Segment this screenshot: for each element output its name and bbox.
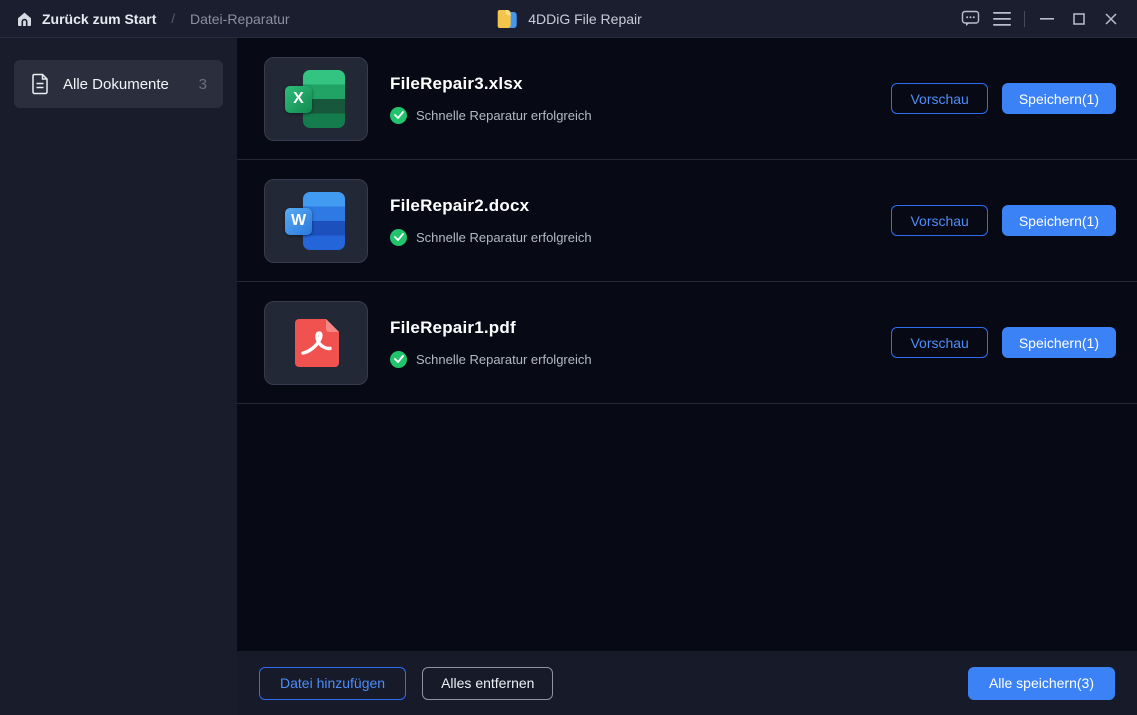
maximize-button[interactable] [1063,0,1095,38]
pdf-file-icon [264,300,368,385]
remove-all-button[interactable]: Alles entfernen [422,666,554,700]
add-file-button[interactable]: Datei hinzufügen [259,666,407,700]
titlebar: Zurück zum Start / Datei-Reparatur 4DDiG… [0,0,1137,38]
sidebar-item-count: 3 [198,75,207,93]
titlebar-divider [1024,10,1025,27]
minimize-button[interactable] [1031,0,1063,38]
back-to-start-button[interactable]: Zurück zum Start [16,11,156,27]
document-icon [30,73,50,95]
save-button[interactable]: Speichern(1) [1001,83,1116,114]
repair-status: Schnelle Reparatur erfolgreich [416,107,592,123]
bottom-action-bar: Datei hinzufügen Alles entfernen Alle sp… [237,651,1137,715]
menu-button[interactable] [986,0,1018,38]
preview-button[interactable]: Vorschau [891,205,988,236]
empty-area [237,404,1137,651]
preview-button[interactable]: Vorschau [891,83,988,114]
success-check-icon [390,106,407,124]
excel-file-icon: X [264,56,368,141]
save-button[interactable]: Speichern(1) [1001,205,1116,236]
file-row-pdf: FileRepair1.pdf Schnelle Reparatur erfol… [237,282,1137,404]
repair-status: Schnelle Reparatur erfolgreich [416,351,592,367]
back-label: Zurück zum Start [42,10,157,27]
save-all-button[interactable]: Alle speichern(3) [967,666,1115,700]
app-title-group: 4DDiG File Repair [495,7,642,31]
success-check-icon [390,350,407,368]
repair-status: Schnelle Reparatur erfolgreich [416,229,592,245]
sidebar-item-label: Alle Dokumente [63,75,169,93]
file-name: FileRepair2.docx [390,195,530,215]
word-file-icon: W [264,178,368,263]
file-list: X FileRepair3.xlsx Schnelle Reparatur er… [237,38,1137,715]
file-name: FileRepair3.xlsx [390,73,523,93]
sidebar-item-all-documents[interactable]: Alle Dokumente 3 [14,60,223,108]
breadcrumb-current: Datei-Reparatur [189,10,290,27]
file-name: FileRepair1.pdf [390,317,516,337]
breadcrumb-separator: / [171,11,175,26]
preview-button[interactable]: Vorschau [891,327,988,358]
app-window: Zurück zum Start / Datei-Reparatur 4DDiG… [0,0,1137,715]
feedback-chat-button[interactable] [954,0,986,38]
home-icon [16,11,33,27]
close-button[interactable] [1095,0,1127,38]
sidebar: Alle Dokumente 3 [0,38,237,715]
save-button[interactable]: Speichern(1) [1001,327,1116,358]
file-row-docx: W FileRepair2.docx Schnelle Reparatur er… [237,160,1137,282]
app-logo-icon [495,7,518,31]
file-row-xlsx: X FileRepair3.xlsx Schnelle Reparatur er… [237,38,1137,160]
app-title: 4DDiG File Repair [528,10,642,27]
success-check-icon [390,228,407,246]
